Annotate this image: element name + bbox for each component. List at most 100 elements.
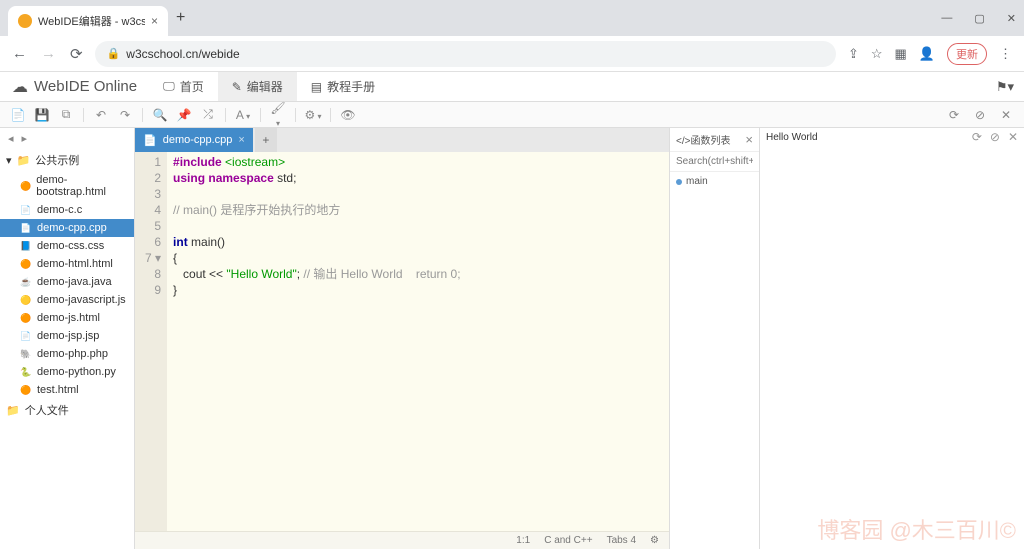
dot-icon bbox=[676, 179, 682, 185]
function-item[interactable]: main bbox=[670, 172, 759, 191]
close-icon[interactable]: ✕ bbox=[1008, 130, 1018, 144]
language-mode[interactable]: C and C++ bbox=[544, 535, 592, 546]
editor-tab-label: demo-cpp.cpp bbox=[163, 134, 233, 146]
update-button[interactable]: 更新 bbox=[947, 43, 987, 65]
gear-icon[interactable]: ⚙ bbox=[650, 535, 659, 546]
add-tab-button[interactable]: + bbox=[255, 128, 277, 152]
java-icon: ☕ bbox=[20, 276, 32, 288]
main-area: ◂ ▸ ▾📁公共示例 🟠demo-bootstrap.html 📄demo-c.… bbox=[0, 128, 1024, 549]
code-content[interactable]: #include <iostream>using namespace std; … bbox=[167, 152, 467, 531]
close-panel-icon[interactable]: ✕ bbox=[996, 108, 1016, 122]
file-item[interactable]: 🟠demo-html.html bbox=[0, 255, 134, 273]
pencil-icon: ✎ bbox=[232, 80, 242, 94]
folder-icon: 📁 bbox=[6, 404, 20, 417]
share-icon[interactable]: ⇪ bbox=[848, 46, 859, 62]
file-item[interactable]: 🐘demo-php.php bbox=[0, 345, 134, 363]
close-icon[interactable]: ✕ bbox=[1007, 12, 1016, 25]
editor: 📄 demo-cpp.cpp × + 1234567 ▾89 #include … bbox=[135, 128, 669, 549]
file-item[interactable]: 🟠test.html bbox=[0, 381, 134, 399]
undo-icon[interactable]: ↶ bbox=[91, 108, 111, 122]
next-icon[interactable]: ▸ bbox=[22, 132, 28, 145]
back-icon[interactable]: ← bbox=[12, 45, 27, 63]
new-file-icon[interactable]: 📄 bbox=[8, 108, 28, 122]
extension-icon[interactable]: ▦ bbox=[895, 46, 907, 62]
file-item[interactable]: 📄demo-jsp.jsp bbox=[0, 327, 134, 345]
editor-toolbar: 📄 💾 ⧉ ↶ ↷ 🔍 📌 ⤮ A 🖌 ⚙ 👁 ⟳ ⊘ ✕ bbox=[0, 102, 1024, 128]
close-icon[interactable]: × bbox=[745, 132, 753, 147]
chrome-icon: 🟠 bbox=[20, 258, 32, 270]
shuffle-icon[interactable]: ⤮ bbox=[198, 107, 218, 122]
save-icon[interactable]: 💾 bbox=[32, 108, 52, 122]
file-item[interactable]: 🟠demo-js.html bbox=[0, 309, 134, 327]
cloud-icon: ☁ bbox=[12, 77, 28, 97]
redo-icon[interactable]: ↷ bbox=[115, 108, 135, 122]
file-item[interactable]: 📄demo-c.c bbox=[0, 201, 134, 219]
refresh-icon[interactable]: ⟳ bbox=[944, 108, 964, 122]
file-item[interactable]: 🟡demo-javascript.js bbox=[0, 291, 134, 309]
folder-public[interactable]: ▾📁公共示例 bbox=[0, 149, 134, 171]
cursor-position: 1:1 bbox=[516, 535, 530, 546]
chrome-icon: 🟠 bbox=[20, 180, 31, 192]
language-flag[interactable]: ⚑▾ bbox=[986, 72, 1024, 101]
function-search-input[interactable] bbox=[670, 152, 759, 172]
globe-icon[interactable]: ⊘ bbox=[970, 108, 990, 122]
folder-icon: 📁 bbox=[17, 154, 31, 167]
editor-tabbar: 📄 demo-cpp.cpp × + bbox=[135, 128, 669, 152]
refresh-icon[interactable]: ⟳ bbox=[972, 130, 982, 144]
php-icon: 🐘 bbox=[20, 348, 32, 360]
code-area[interactable]: 1234567 ▾89 #include <iostream>using nam… bbox=[135, 152, 669, 531]
brand-label: WebIDE Online bbox=[34, 78, 137, 95]
favicon-icon bbox=[18, 14, 32, 28]
file-item[interactable]: 🟠demo-bootstrap.html bbox=[0, 171, 134, 201]
output-panel: ⟳ ⊘ ✕ Hello World bbox=[759, 128, 1024, 549]
file-icon: 📄 bbox=[20, 204, 32, 216]
menu-tutorial[interactable]: ▤教程手册 bbox=[297, 72, 389, 101]
book-icon: ▤ bbox=[311, 80, 322, 94]
new-tab-button[interactable]: + bbox=[176, 9, 185, 27]
preview-icon[interactable]: 👁 bbox=[338, 108, 358, 122]
url-input[interactable]: 🔒 w3cschool.cn/webide bbox=[95, 41, 836, 67]
copy-icon[interactable]: ⧉ bbox=[56, 107, 76, 122]
brush-dropdown[interactable]: 🖌 bbox=[268, 101, 288, 129]
pin-icon[interactable]: 📌 bbox=[174, 108, 194, 122]
profile-icon[interactable]: 👤 bbox=[919, 46, 935, 62]
lock-icon: 🔒 bbox=[107, 47, 121, 60]
maximize-icon[interactable]: ▢ bbox=[974, 12, 984, 25]
monitor-icon: 🖵 bbox=[163, 79, 175, 94]
minimize-icon[interactable]: — bbox=[941, 12, 952, 25]
globe-icon[interactable]: ⊘ bbox=[990, 130, 1000, 144]
window-controls: — ▢ ✕ bbox=[941, 12, 1016, 25]
folder-personal[interactable]: 📁个人文件 bbox=[0, 399, 134, 421]
css-icon: 📘 bbox=[20, 240, 32, 252]
brand: ☁ WebIDE Online bbox=[0, 72, 149, 101]
browser-tabstrip: WebIDE编辑器 - w3cschool × + — ▢ ✕ bbox=[0, 0, 1024, 36]
editor-tab[interactable]: 📄 demo-cpp.cpp × bbox=[135, 128, 253, 152]
file-item[interactable]: ☕demo-java.java bbox=[0, 273, 134, 291]
chrome-icon: 🟠 bbox=[20, 384, 32, 396]
font-dropdown[interactable]: A bbox=[233, 108, 253, 122]
file-item[interactable]: 📘demo-css.css bbox=[0, 237, 134, 255]
python-icon: 🐍 bbox=[20, 366, 32, 378]
file-icon: 📄 bbox=[143, 134, 157, 147]
file-item[interactable]: 🐍demo-python.py bbox=[0, 363, 134, 381]
chrome-icon: 🟠 bbox=[20, 312, 32, 324]
menu-editor[interactable]: ✎编辑器 bbox=[218, 72, 297, 101]
menu-icon[interactable]: ⋮ bbox=[999, 46, 1012, 62]
forward-icon[interactable]: → bbox=[41, 45, 56, 63]
function-panel: </>函数列表 × main bbox=[669, 128, 759, 549]
address-bar: ← → ⟳ 🔒 w3cschool.cn/webide ⇪ ☆ ▦ 👤 更新 ⋮ bbox=[0, 36, 1024, 72]
tab-title: WebIDE编辑器 - w3cschool bbox=[38, 13, 145, 29]
browser-tab[interactable]: WebIDE编辑器 - w3cschool × bbox=[8, 6, 168, 36]
prev-icon[interactable]: ◂ bbox=[8, 132, 14, 145]
settings-dropdown[interactable]: ⚙ bbox=[303, 108, 323, 122]
star-icon[interactable]: ☆ bbox=[871, 46, 883, 62]
file-item-selected[interactable]: 📄demo-cpp.cpp bbox=[0, 219, 134, 237]
search-icon[interactable]: 🔍 bbox=[150, 108, 170, 122]
tab-size[interactable]: Tabs 4 bbox=[607, 535, 636, 546]
tab-close-icon[interactable]: × bbox=[151, 14, 158, 28]
reload-icon[interactable]: ⟳ bbox=[70, 45, 83, 63]
file-icon: 📄 bbox=[20, 330, 32, 342]
tab-close-icon[interactable]: × bbox=[238, 134, 244, 146]
js-icon: 🟡 bbox=[20, 294, 32, 306]
menu-home[interactable]: 🖵首页 bbox=[149, 72, 218, 101]
